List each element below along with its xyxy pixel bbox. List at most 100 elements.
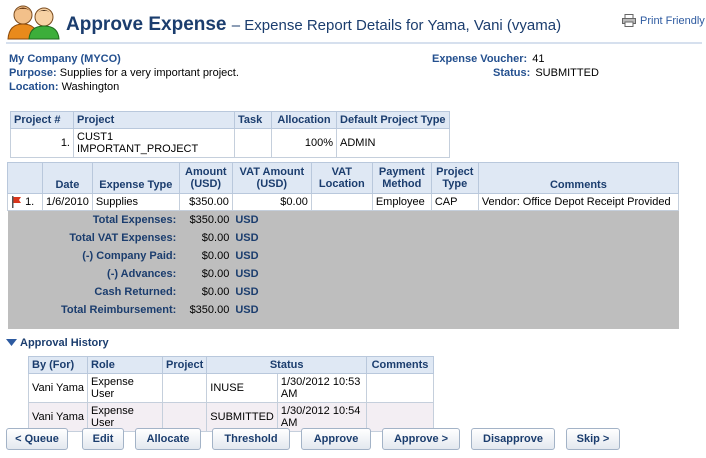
table-cell: 1/30/2012 10:53 AM (276, 373, 368, 403)
column-header: By (For) (28, 356, 88, 374)
column-header: Comments (366, 356, 434, 374)
table-row[interactable]: 1. 1/6/2010 Supplies $350.00 $0.00 Emplo… (7, 192, 680, 212)
table-cell (234, 128, 272, 158)
disapprove-button[interactable]: Disapprove (471, 428, 555, 450)
expense-amount: $350.00 (178, 192, 233, 212)
table-cell (161, 373, 208, 403)
column-header: Status (206, 356, 367, 374)
column-header: VAT Location (310, 162, 373, 194)
location-value: Washington (61, 81, 120, 93)
totals-value: $0.00 (179, 282, 233, 301)
totals-row: Total Reimbursement: $350.00 USD (7, 300, 679, 319)
totals-label: (-) Company Paid: (7, 246, 180, 265)
status-label: Status: (493, 67, 531, 79)
voucher-label: Expense Voucher: (432, 53, 528, 65)
purpose-label: Purpose: (9, 67, 57, 79)
column-header: Task (234, 111, 272, 129)
flag-icon[interactable] (11, 196, 22, 209)
users-icon (6, 4, 62, 40)
totals-value: $350.00 (179, 210, 233, 229)
column-header: Date (42, 162, 93, 194)
column-header: Project (161, 356, 208, 374)
totals-label: (-) Advances: (7, 264, 180, 283)
company-name: My Company (MYCO) (9, 53, 121, 65)
totals-currency: USD (232, 228, 312, 247)
print-friendly-link[interactable]: Print Friendly (622, 14, 705, 27)
column-header: Project # (10, 111, 74, 129)
expense-type: Supplies (91, 192, 180, 212)
expense-comments: Vendor: Office Depot Receipt Provided (477, 192, 680, 212)
column-header: Role (87, 356, 163, 374)
totals-label: Total VAT Expenses: (7, 228, 180, 247)
row-number-cell: 1. (7, 192, 43, 212)
location-label: Location: (9, 81, 59, 93)
totals-row: (-) Advances: $0.00 USD (7, 264, 679, 283)
table-header-row: Date Expense Type Amount (USD) VAT Amoun… (7, 162, 680, 194)
expense-vat-location (310, 192, 373, 212)
totals-currency: USD (232, 210, 312, 229)
project-allocation-table: Project # Project Task Allocation Defaul… (10, 111, 450, 158)
totals-label: Cash Returned: (7, 282, 180, 301)
page-title: Approve Expense – Expense Report Details… (66, 14, 561, 36)
status-line: Status: SUBMITTED (493, 67, 599, 79)
totals-value: $0.00 (179, 246, 233, 265)
expense-project-type: CAP (430, 192, 479, 212)
column-header (7, 162, 43, 194)
table-header-row: Project # Project Task Allocation Defaul… (10, 111, 450, 129)
threshold-button[interactable]: Threshold (212, 428, 290, 450)
table-cell: 1. (10, 128, 74, 158)
purpose-line: Purpose: Supplies for a very important p… (9, 67, 239, 79)
totals-value: $350.00 (179, 300, 233, 319)
skip-button[interactable]: Skip > (566, 428, 620, 450)
table-header-row: By (For) Role Project Status Comments (28, 356, 434, 374)
totals-row: Cash Returned: $0.00 USD (7, 282, 679, 301)
totals-row: Total VAT Expenses: $0.00 USD (7, 228, 679, 247)
column-header: Expense Type (91, 162, 180, 194)
column-header: Payment Method (371, 162, 432, 194)
column-header: Project (73, 111, 235, 129)
queue-button[interactable]: < Queue (6, 428, 68, 450)
expense-date: 1/6/2010 (42, 192, 93, 212)
approval-history-toggle[interactable]: Approval History (6, 337, 109, 349)
edit-button[interactable]: Edit (82, 428, 124, 450)
column-header: VAT Amount (USD) (231, 162, 312, 194)
column-header: Allocation (271, 111, 337, 129)
approve-next-button[interactable]: Approve > (382, 428, 460, 450)
totals-value: $0.00 (179, 264, 233, 283)
approve-button[interactable]: Approve (301, 428, 371, 450)
totals-value: $0.00 (179, 228, 233, 247)
column-header: Project Type (430, 162, 479, 194)
printer-icon (622, 14, 636, 27)
column-header: Comments (477, 162, 680, 194)
totals-currency: USD (232, 300, 312, 319)
table-cell: ADMIN (336, 128, 450, 158)
expense-vat: $0.00 (231, 192, 312, 212)
print-friendly-label[interactable]: Print Friendly (640, 15, 705, 27)
status-value: SUBMITTED (535, 67, 599, 79)
voucher-value: 41 (532, 53, 545, 65)
location-line: Location: Washington (9, 81, 119, 93)
voucher-line: Expense Voucher: 41 (432, 53, 544, 65)
title-subtitle: – Expense Report Details for Yama, Vani … (231, 17, 562, 34)
approval-history-table: By (For) Role Project Status Comments Va… (28, 356, 434, 432)
totals-spacer (7, 318, 679, 329)
row-number: 1. (25, 196, 35, 208)
title-main: Approve Expense (66, 14, 227, 35)
purpose-value: Supplies for a very important project. (59, 67, 239, 79)
expense-table: Date Expense Type Amount (USD) VAT Amoun… (7, 162, 680, 329)
column-header: Amount (USD) (178, 162, 233, 194)
expense-payment-method: Employee (371, 192, 432, 212)
approval-history-title: Approval History (20, 337, 109, 349)
table-cell: INUSE (206, 373, 278, 403)
allocate-button[interactable]: Allocate (135, 428, 201, 450)
header-divider (6, 42, 702, 44)
totals-currency: USD (232, 264, 312, 283)
table-cell: CUST1 IMPORTANT_PROJECT (73, 128, 235, 158)
totals-row: (-) Company Paid: $0.00 USD (7, 246, 679, 265)
totals-currency: USD (232, 246, 312, 265)
collapse-arrow-icon (6, 339, 17, 346)
table-cell: Expense User (87, 373, 163, 403)
table-row: Vani Yama Expense User INUSE 1/30/2012 1… (28, 373, 434, 403)
totals-label: Total Expenses: (7, 210, 180, 229)
table-row: 1. CUST1 IMPORTANT_PROJECT 100% ADMIN (10, 128, 450, 158)
